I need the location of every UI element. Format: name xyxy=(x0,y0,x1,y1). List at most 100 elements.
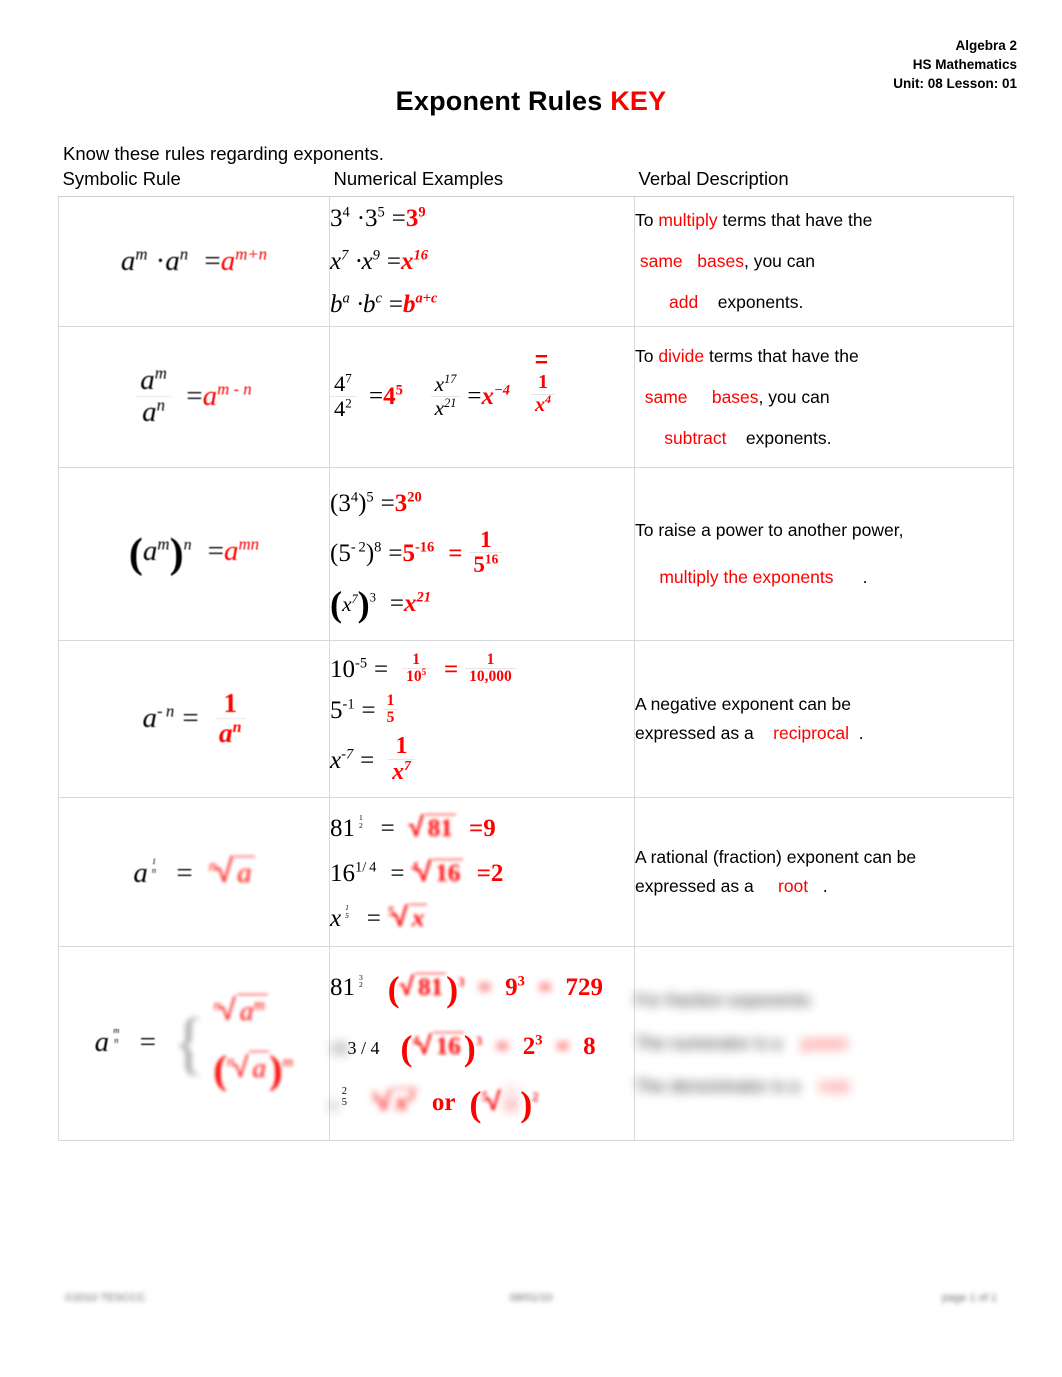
table-row: amn = { n√ am (n√ a)m 81 3 2 (√ 81)3 = 9… xyxy=(58,946,1014,1141)
answer-r1e3-exp: a+c xyxy=(415,290,438,307)
answer-r6e2-frac: 3 / 4 xyxy=(347,1037,380,1058)
header-program: HS Mathematics xyxy=(912,57,1017,72)
answer-r2e2: x xyxy=(481,382,494,410)
rule-cell-rational: a1n = n√ a xyxy=(58,797,330,947)
document-page: Algebra 2 HS Mathematics Unit: 08 Lesson… xyxy=(0,0,1062,1377)
examples-cell-power: (34)5 =320 (5- 2)8 =5-16 = 1 516 (x7)3 =x… xyxy=(329,467,635,641)
answer-fill: divide xyxy=(658,345,705,366)
answer-r4e1-den-exp: 5 xyxy=(421,667,427,678)
verbal-line: A rational (fraction) exponent can be xyxy=(635,847,917,867)
exponent-rules-table: Symbolic Rule Numerical Examples Verbal … xyxy=(58,166,1014,1141)
rule-cell-quotient: am an =am - n xyxy=(58,326,330,468)
rule-formula-power: (am)n =amn xyxy=(128,531,260,577)
page-title: Exponent Rules KEY xyxy=(0,86,1062,117)
column-header-verbal: Verbal Description xyxy=(634,166,1014,197)
answer-fill: power xyxy=(801,1033,849,1053)
verbal-cell-quotient: To divide terms that have the same bases… xyxy=(634,326,1014,468)
answer-r6e2-outer-exp: 3 xyxy=(475,1033,483,1048)
verbal-cell-rational: A rational (fraction) exponent can be ex… xyxy=(634,797,1014,947)
verbal-text: exponents. xyxy=(745,427,832,448)
answer-r4e1b-num: 1 xyxy=(465,651,516,670)
rule-formula-quotient: am an =am - n xyxy=(136,364,252,427)
answer-r2e1: 4 xyxy=(383,382,396,410)
answer-r1e1: 3 xyxy=(405,205,419,232)
verbal-text: The numerator is a xyxy=(635,1033,782,1053)
rule-formula-general: amn = { n√ am (n√ a)m xyxy=(94,994,294,1092)
answer-r5e3-radicand: x xyxy=(408,903,428,932)
answer-r3e2: 5 xyxy=(402,539,415,567)
answer-r6e3-radical: 5√ x2 xyxy=(372,1086,418,1116)
answer-r6e2-radicand: 16 xyxy=(432,1031,464,1060)
footer-center: 08/01/10 xyxy=(509,1292,553,1304)
answer-r3e1: 3 xyxy=(394,489,408,517)
radical-icon: n√ am xyxy=(214,994,294,1028)
verbal-text: , you can xyxy=(758,386,830,407)
column-header-rule: Symbolic Rule xyxy=(58,166,330,197)
answer-rule5-radicand: a xyxy=(234,856,255,889)
answer-r4e3-num: 1 xyxy=(388,734,415,761)
table-row: a- n = 1 an 10-5 = 1 105 = 1 10,000 5-1 = 1… xyxy=(58,640,1014,798)
radical-icon: n√ a xyxy=(209,853,255,891)
answer-r6e2-group: (4√ 16)3 xyxy=(400,1027,483,1068)
table-header-row: Symbolic Rule Numerical Examples Verbal … xyxy=(58,166,1014,197)
answer-rule2-exp: m - n xyxy=(217,379,252,398)
answer-r4e2-num: 1 xyxy=(382,692,399,711)
answer-fill: root xyxy=(818,1076,850,1096)
verbal-text: , you can xyxy=(743,251,815,271)
verbal-text: terms that have the xyxy=(717,210,873,230)
answer-fill: reciprocal xyxy=(773,723,850,743)
example-line: x15 = 5√ x xyxy=(330,895,634,940)
verbal-text: . xyxy=(862,567,868,587)
example-line: 34 ·35 =39 xyxy=(330,204,426,232)
verbal-text: The denominator is a xyxy=(635,1076,800,1096)
example-line: 81 1 2 = √ 81 =9 xyxy=(330,805,634,850)
answer-rule4-den-exp: n xyxy=(232,718,242,736)
answer-r4e3-den: x xyxy=(392,759,405,786)
verbal-line: subtract exponents. xyxy=(635,424,1013,453)
verbal-line: multiply the exponents . xyxy=(635,563,1013,592)
answer-r6e3-group: (5√ x)2 xyxy=(469,1083,539,1124)
answer-rule3-base: a xyxy=(224,535,239,568)
answer-rule1-base: a xyxy=(220,245,236,277)
verbal-cell-negative: A negative exponent can be expressed as … xyxy=(634,640,1014,798)
verbal-line: expressed as a root . xyxy=(635,872,1013,901)
verbal-line: The denominator is a root xyxy=(635,1072,1013,1101)
verbal-text: . xyxy=(858,723,864,743)
answer-fill: root xyxy=(778,876,809,896)
answer-fill: add xyxy=(669,292,699,312)
radical-icon: 5√ x xyxy=(388,895,428,940)
rule-cell-negative: a- n = 1 an xyxy=(58,640,330,798)
answer-r6e3-inner-exp: 2 xyxy=(407,1088,415,1105)
radical-icon: 4√ 16 xyxy=(411,850,464,895)
answer-fill: multiply xyxy=(658,210,718,230)
answer-fill: same xyxy=(644,386,688,407)
answer-r3e2-fracden-exp: 16 xyxy=(484,551,499,567)
answer-r1e1-exp: 9 xyxy=(418,204,426,221)
answer-r2e1-exp: 5 xyxy=(395,382,403,399)
answer-r5e2-radicand: 16 xyxy=(432,858,464,887)
examples-cell-rational: 8112 = √81 =9 161/ 4 = 4√16 =2 x15 = xyxy=(329,797,635,947)
answer-rule4-num: 1 xyxy=(214,688,246,719)
example-line: 5-1 = 15 xyxy=(330,690,634,731)
table-row: am an =am - n 47 42 =45 x17 x21 =x−4 = 1… xyxy=(58,326,1014,468)
verbal-line: The numerator is a power xyxy=(635,1029,1013,1058)
answer-r6e1-outer-exp: 3 xyxy=(458,974,465,989)
example-line: ba ·bc =ba+c xyxy=(330,290,438,318)
answer-r6e1-val: 729 xyxy=(565,974,604,1002)
answer-r1e2: x xyxy=(400,248,414,275)
verbal-text: . xyxy=(822,876,828,896)
verbal-text: expressed as a xyxy=(635,876,754,896)
answer-fill: subtract xyxy=(664,427,727,448)
verbal-line: A negative exponent can be xyxy=(635,694,852,714)
answer-r6e1-group: (√ 81)3 xyxy=(387,968,465,1009)
verbal-line: To divide terms that have the xyxy=(635,342,1013,371)
answer-r1e3: b xyxy=(402,291,416,318)
column-header-examples: Numerical Examples xyxy=(329,166,635,197)
verbal-text: To xyxy=(635,345,659,366)
answer-fill: bases xyxy=(711,386,759,407)
answer-rule2-base: a xyxy=(202,379,218,412)
answer-r4e3-den-exp: 7 xyxy=(404,758,411,774)
verbal-line: same bases, you can xyxy=(635,383,1013,412)
answer-r4e1b-den: 10,000 xyxy=(469,668,512,686)
table-row: a1n = n√ a 81 1 2 = √ 81 =9 161/ 4 = 4√ … xyxy=(58,797,1014,947)
